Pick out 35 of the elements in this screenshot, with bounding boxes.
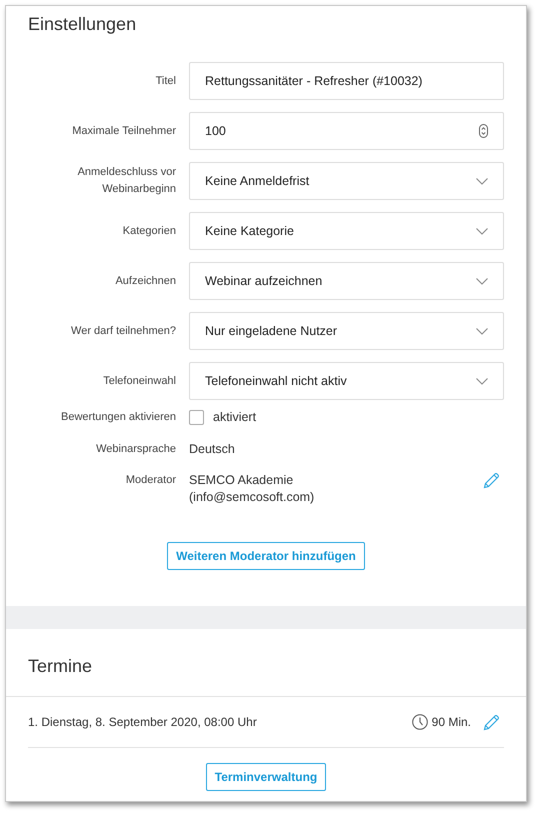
field-value: Deutsch [189, 442, 235, 456]
clock-icon [412, 714, 428, 730]
dropdown[interactable]: Webinar aufzeichnen [189, 262, 504, 300]
dropdown[interactable]: Keine Anmeldefrist [189, 162, 504, 200]
moderator-name: SEMCO Akademie [189, 472, 294, 489]
field-label: Aufzeichnen [114, 274, 176, 288]
checkbox[interactable] [189, 410, 204, 425]
section-title: Termine [6, 656, 526, 697]
moderator-email: (info@semcosoft.com) [189, 489, 314, 506]
pencil-icon[interactable] [483, 472, 500, 489]
chevron-down-icon [476, 178, 488, 184]
dropdown[interactable]: Keine Kategorie [189, 212, 504, 250]
appointment-text: 1. Dienstag, 8. September 2020, 08:00 Uhr [28, 715, 257, 729]
chevron-down-icon [476, 378, 488, 384]
dropdown[interactable]: Telefoneinwahl nicht aktiv [189, 362, 504, 400]
field-label: Maximale Teilnehmer [71, 124, 176, 138]
number-field[interactable]: 100 [189, 112, 504, 150]
field-label: Webinarsprache [95, 442, 176, 456]
pencil-icon[interactable] [483, 714, 500, 730]
chevron-down-icon [476, 228, 488, 234]
chevron-down-icon [476, 328, 488, 334]
input-field[interactable]: Rettungssanitäter - Refresher (#10032) [189, 62, 504, 100]
section-title: Einstellungen [28, 14, 138, 35]
duration-text: 90 Min. [432, 715, 471, 729]
field-label: Titel [154, 74, 176, 88]
chevron-down-icon [476, 278, 488, 284]
field-label: Kategorien [122, 224, 176, 238]
field-label: Bewertungen aktivieren [60, 410, 176, 425]
field-label: Wer darf teilnehmen? [70, 324, 176, 338]
field-label: Anmeldeschluss vor Webinarbeginn [76, 165, 176, 197]
field-label: Telefoneinwahl [102, 374, 176, 388]
dropdown[interactable]: Nur eingeladene Nutzer [189, 312, 504, 350]
checkbox-label: aktiviert [213, 409, 256, 426]
stepper-icon[interactable] [479, 124, 488, 138]
field-label: Moderator [124, 473, 176, 488]
